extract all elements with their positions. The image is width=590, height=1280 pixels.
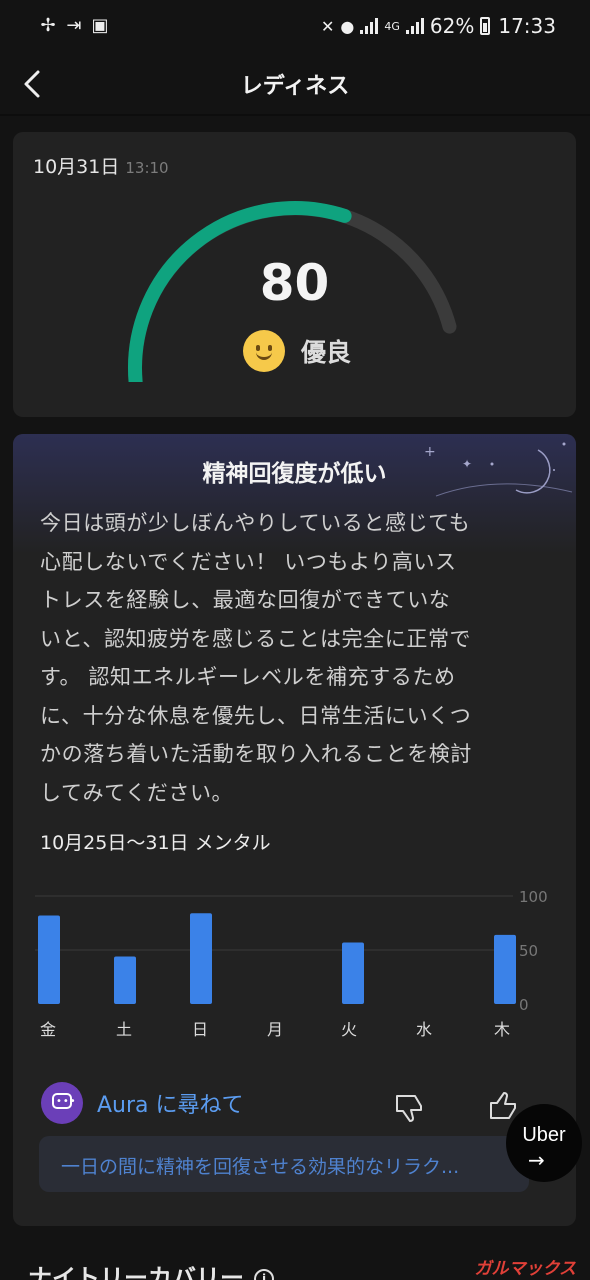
thumbs-down-icon[interactable]	[393, 1090, 427, 1124]
clock: 17:33	[498, 14, 556, 38]
signal-icon	[360, 18, 379, 34]
nightly-recovery-heading: ナイトリーカバリー i	[28, 1258, 274, 1280]
chart-bar-金[interactable]	[38, 915, 60, 1004]
chart-range-label: 10月25日〜31日 メンタル	[40, 832, 271, 854]
location-icon: ●	[340, 16, 355, 36]
arrow-right-icon: →	[528, 1148, 545, 1172]
mental-recovery-card: + ✦ 精神回復度が低い 今日は頭が少しぼんやりしていると感じても 心配しないで…	[13, 434, 576, 1226]
chart-bar-日[interactable]	[190, 913, 212, 1004]
day-label: 日	[191, 1020, 208, 1039]
description-line: 今日は頭が少しぼんやりしていると感じても	[40, 511, 471, 535]
day-label: 月	[266, 1020, 283, 1039]
ask-aura[interactable]: ••• Aura に尋ねて	[41, 1082, 244, 1124]
description-line: 心配しないでください！ いつもより高いス	[40, 549, 457, 574]
day-label: 金	[39, 1020, 56, 1039]
day-label: 土	[115, 1020, 132, 1039]
score-date: 10月31日 13:10	[33, 152, 169, 179]
score-date-label: 10月31日	[33, 156, 120, 178]
description-line: に、十分な休息を優先し、日常生活にいくつ	[40, 703, 472, 728]
app-header: レディネス	[0, 56, 590, 112]
fan-icon: ✢	[40, 15, 56, 36]
y-tick-label: 0	[519, 996, 529, 1014]
battery-icon	[480, 17, 491, 35]
ask-aura-label: Aura に尋ねて	[97, 1093, 244, 1118]
header-divider	[0, 114, 590, 116]
day-label: 木	[493, 1020, 510, 1039]
suggestion-text: 一日の間に精神を回復させる効果的なリラク...	[61, 1156, 460, 1178]
chart-bar-木[interactable]	[494, 934, 516, 1004]
mental-description: 今日は頭が少しぼんやりしていると感じても 心配しないでください！ いつもより高い…	[40, 504, 540, 812]
day-label: 火	[340, 1020, 357, 1039]
score-time: 13:10	[125, 159, 169, 177]
status-bar: ✢ ⇥ ▣ ✕ ● 4G 62% 17:33	[0, 0, 590, 56]
mute-icon: ✕	[321, 16, 335, 36]
description-line: かの落ち着いた活動を取り入れることを検討	[40, 742, 472, 766]
signal-icon-2	[405, 18, 424, 34]
uber-floating-button[interactable]: Uber →	[506, 1104, 582, 1182]
day-label: 水	[415, 1020, 432, 1039]
score-value: 80	[259, 254, 330, 312]
description-line: してみてください。	[40, 780, 234, 805]
y-tick-label: 50	[519, 942, 538, 960]
cast-icon: ⇥	[66, 15, 82, 36]
chart-bar-土[interactable]	[114, 956, 136, 1004]
readiness-score-card[interactable]: 10月31日 13:10 80 優良	[13, 132, 576, 417]
y-tick-label: 100	[519, 888, 548, 906]
info-icon[interactable]: i	[254, 1269, 274, 1280]
watermark: ガルマックス	[474, 1259, 577, 1279]
description-line: す。 認知エネルギーレベルを補充するため	[40, 665, 456, 689]
aura-suggestion-chip[interactable]: 一日の間に精神を回復させる効果的なリラク...	[39, 1136, 529, 1192]
page-title: レディネス	[240, 74, 350, 99]
smile-emoji-icon	[243, 330, 285, 372]
description-line: いと、認知疲労を感じることは完全に正常で	[40, 626, 472, 651]
rating-label: 優良	[301, 338, 352, 367]
nightly-recovery-title: ナイトリーカバリー	[28, 1264, 244, 1280]
mental-title: 精神回復度が低い	[202, 461, 387, 487]
mental-bar-chart[interactable]: 100 50 0	[13, 874, 576, 1014]
aura-chat-icon: •••	[41, 1082, 83, 1124]
battery-percent: 62%	[429, 14, 475, 38]
score-rating: 優良	[243, 330, 351, 372]
network-type: 4G	[384, 19, 400, 33]
chart-bar-火[interactable]	[342, 942, 364, 1004]
description-line: トレスを経験し、最適な回復ができていな	[40, 588, 451, 612]
gallery-icon: ▣	[91, 15, 109, 36]
uber-label: Uber	[522, 1124, 566, 1146]
